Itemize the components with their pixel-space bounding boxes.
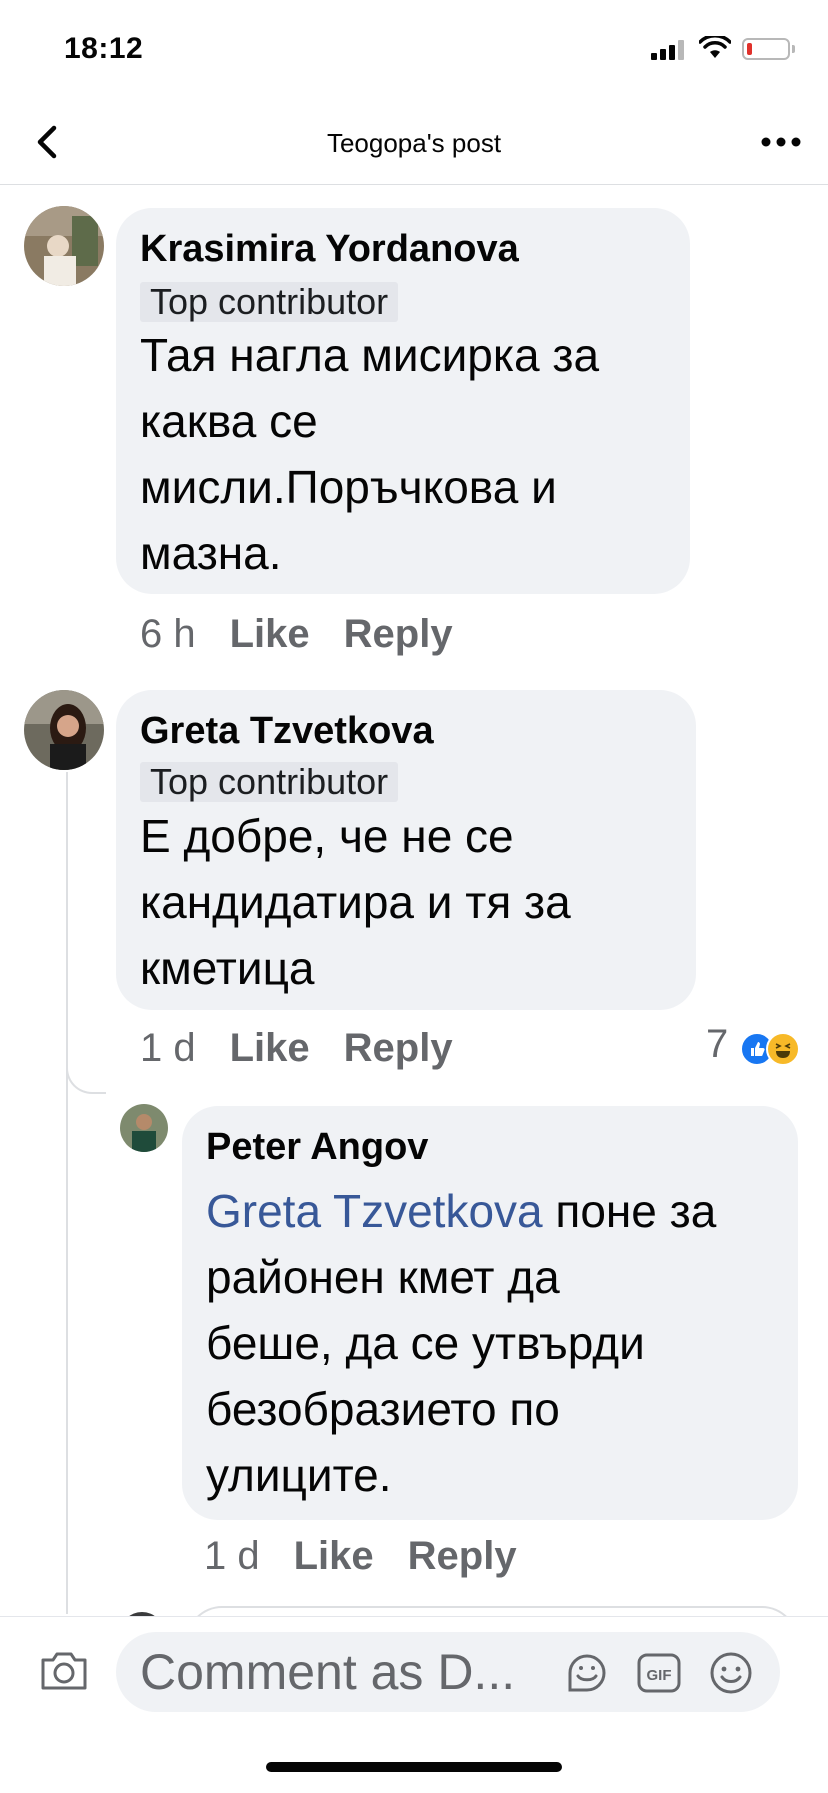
reply-button[interactable]: Reply	[344, 612, 453, 657]
camera-icon[interactable]	[38, 1648, 90, 1694]
comment-author[interactable]: Greta Tzvetkova	[140, 710, 434, 753]
like-button[interactable]: Like	[294, 1534, 374, 1579]
page-title: Teogopa's post	[326, 128, 502, 158]
mention-link[interactable]: Greta Tzvetkova	[206, 1185, 543, 1237]
reply-thread-line	[66, 772, 68, 1614]
status-time: 18:12	[64, 32, 144, 65]
emoji-icon[interactable]	[708, 1650, 754, 1696]
reply-button[interactable]: Reply	[408, 1534, 517, 1579]
reply-actions: 1 d Like Reply	[204, 1534, 551, 1579]
status-bar: 18:12	[0, 0, 828, 100]
comment-text: Тая нагла мисирка за каква се мисли.Поръ…	[140, 329, 600, 579]
sticker-icon[interactable]	[564, 1650, 610, 1696]
like-button[interactable]: Like	[230, 1026, 310, 1071]
reaction-count: 7	[706, 1022, 729, 1066]
wifi-icon	[699, 36, 731, 58]
comment-text: Е добре, че не се кандидатира и тя за км…	[140, 810, 571, 994]
reply-text: Greta Tzvetkova поне за районен кмет да …	[206, 1185, 717, 1501]
home-indicator[interactable]	[266, 1762, 562, 1772]
comment-input-placeholder: Comment as D...	[140, 1644, 516, 1700]
comment-actions: 6 h Like Reply	[140, 612, 487, 657]
comment-actions: 1 d Like Reply	[140, 1026, 487, 1071]
reply-button[interactable]: Reply	[344, 1026, 453, 1071]
like-button[interactable]: Like	[230, 612, 310, 657]
top-contributor-badge: Top contributor	[140, 762, 399, 802]
top-contributor-badge: Top contributor	[140, 282, 399, 322]
reply-author[interactable]: Peter Angov	[206, 1126, 428, 1169]
comment-time: 1 d	[140, 1026, 196, 1070]
comment-author[interactable]: Krasimira Yordanova	[140, 228, 519, 271]
avatar-greta[interactable]	[24, 690, 104, 770]
navigation-bar: Teogopa's post	[0, 100, 828, 185]
more-options-icon[interactable]	[756, 128, 806, 156]
avatar-krasimira[interactable]	[24, 206, 104, 286]
comment-time: 6 h	[140, 612, 196, 656]
avatar-peter[interactable]	[120, 1104, 168, 1152]
gif-icon[interactable]: GIF	[636, 1650, 682, 1696]
haha-icon	[766, 1032, 800, 1066]
svg-text:GIF: GIF	[647, 1667, 672, 1684]
cellular-signal-icon	[651, 40, 684, 60]
reply-connector	[66, 1060, 106, 1094]
reply-time: 1 d	[204, 1534, 260, 1578]
battery-icon	[742, 38, 790, 60]
